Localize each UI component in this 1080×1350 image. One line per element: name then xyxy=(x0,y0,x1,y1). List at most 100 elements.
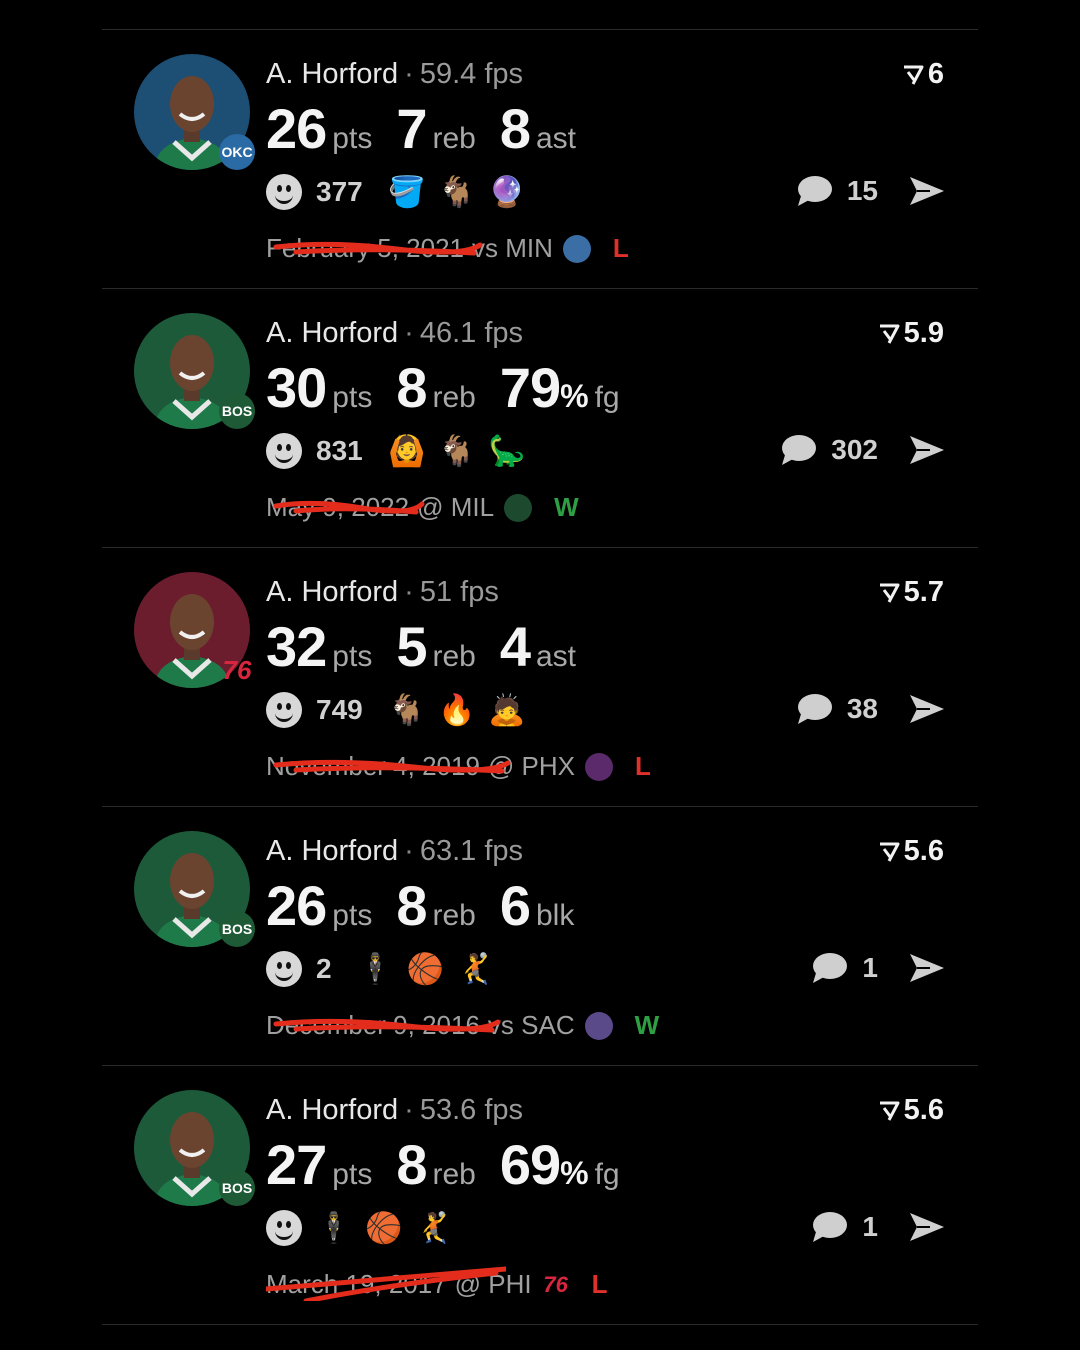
comment-count[interactable]: 1 xyxy=(862,952,878,984)
score-value: 5.6 xyxy=(903,1094,944,1126)
player-name[interactable]: A. Horford xyxy=(266,1094,398,1126)
stat-unit: ast xyxy=(536,122,577,155)
fps-rating-icon xyxy=(879,583,900,603)
fps-value: 51 fps xyxy=(419,576,499,608)
opponent-logo-icon xyxy=(504,493,533,522)
add-reaction-icon[interactable] xyxy=(266,1210,302,1246)
reaction-emoji[interactable]: 🪣 xyxy=(388,174,425,210)
comment-count[interactable]: 15 xyxy=(847,175,878,207)
game-info: March 19, 2017 @ PHI 76 L xyxy=(266,1266,608,1301)
comment-count[interactable]: 38 xyxy=(847,693,878,725)
team-badge: OKC xyxy=(219,134,255,170)
game-date: February 5, 2021 xyxy=(266,233,483,264)
fps-value: 59.4 fps xyxy=(419,58,524,90)
reaction-emoji[interactable]: 🏀 xyxy=(407,951,444,987)
game-card[interactable]: OKC A. Horford · 59.4 fps 6 26 pts 7 reb 8 ast … xyxy=(102,30,978,289)
stat-value: 32 xyxy=(266,615,327,678)
team-badge: BOS xyxy=(219,393,255,429)
add-reaction-icon[interactable] xyxy=(266,951,302,987)
stat-pts: 26 pts xyxy=(266,96,372,161)
stat-value: 8 xyxy=(396,1133,427,1196)
reaction-emoji[interactable]: 🏀 xyxy=(365,1210,402,1246)
stat-reb: 8 reb xyxy=(396,1132,476,1197)
game-date: March 19, 2017 xyxy=(266,1266,506,1301)
reaction-emoji[interactable]: 🔥 xyxy=(438,692,475,728)
opponent-logo-icon xyxy=(584,1011,613,1040)
reaction-emoji[interactable]: 🕴 xyxy=(357,951,394,987)
reaction-count: 749 xyxy=(316,694,363,725)
player-name[interactable]: A. Horford xyxy=(266,835,398,867)
comment-count[interactable]: 302 xyxy=(831,434,878,466)
stat-unit: pts xyxy=(332,640,373,673)
reaction-emoji[interactable]: 🙆 xyxy=(388,433,425,469)
reaction-emoji[interactable]: 🔮 xyxy=(488,174,525,210)
card-header: A. Horford · 46.1 fps xyxy=(266,317,524,349)
player-name[interactable]: A. Horford xyxy=(266,317,398,349)
player-name[interactable]: A. Horford xyxy=(266,58,398,90)
stat-line: 26 pts 7 reb 8 ast xyxy=(266,96,600,161)
card-actions: 38 xyxy=(795,692,946,726)
share-send-icon[interactable] xyxy=(908,951,946,985)
game-card[interactable]: BOS A. Horford · 46.1 fps 5.9 30 pts 8 reb 79%… xyxy=(102,289,978,548)
player-name[interactable]: A. Horford xyxy=(266,576,398,608)
percent-sign: % xyxy=(560,1155,589,1191)
game-feed: OKC A. Horford · 59.4 fps 6 26 pts 7 reb 8 ast … xyxy=(102,29,978,1325)
reaction-count: 377 xyxy=(316,176,363,207)
opponent[interactable]: vs MIN xyxy=(472,233,553,264)
team-badge: BOS xyxy=(219,1170,255,1206)
stat-value: 26 xyxy=(266,874,327,937)
add-reaction-icon[interactable] xyxy=(266,692,302,728)
fps-value: 63.1 fps xyxy=(419,835,524,867)
reaction-emoji[interactable]: 🤾 xyxy=(457,951,494,987)
reaction-emoji[interactable]: 🦕 xyxy=(488,433,525,469)
game-card[interactable]: BOS A. Horford · 53.6 fps 5.6 27 pts 8 reb 69%… xyxy=(102,1066,978,1325)
stat-value: 30 xyxy=(266,356,327,419)
stat-unit: reb xyxy=(432,381,476,414)
reaction-emoji[interactable]: 🤾 xyxy=(415,1210,452,1246)
card-actions: 302 xyxy=(779,433,946,467)
stat-unit: reb xyxy=(432,1158,476,1191)
share-send-icon[interactable] xyxy=(908,433,946,467)
opponent[interactable]: @ PHX xyxy=(488,751,575,782)
game-card[interactable]: BOS A. Horford · 63.1 fps 5.6 26 pts 8 reb 6 bl… xyxy=(102,807,978,1066)
game-info: May 9, 2022 @ MIL W xyxy=(266,492,579,523)
add-reaction-icon[interactable] xyxy=(266,433,302,469)
reaction-emoji[interactable]: 🐐 xyxy=(438,174,475,210)
card-actions: 1 xyxy=(810,1210,946,1244)
comment-icon[interactable] xyxy=(795,174,833,208)
fps-value: 46.1 fps xyxy=(419,317,524,349)
reactions-row: 2 🕴 🏀 🤾 xyxy=(266,951,494,987)
game-date: May 9, 2022 xyxy=(266,492,425,523)
stat-reb: 8 reb xyxy=(396,873,476,938)
share-send-icon[interactable] xyxy=(908,692,946,726)
stat-ast: 4 ast xyxy=(500,614,576,679)
reaction-emoji[interactable]: 🙇 xyxy=(488,692,525,728)
team-badge: BOS xyxy=(219,911,255,947)
stat-pts: 26 pts xyxy=(266,873,372,938)
comment-icon[interactable] xyxy=(795,692,833,726)
stat-unit: blk xyxy=(536,899,575,932)
comment-icon[interactable] xyxy=(810,1210,848,1244)
game-info: December 9, 2016 vs SAC W xyxy=(266,1010,659,1041)
reaction-count: 831 xyxy=(316,435,363,466)
reaction-emoji[interactable]: 🕴 xyxy=(315,1210,352,1246)
reaction-emoji[interactable]: 🐐 xyxy=(438,433,475,469)
comment-count[interactable]: 1 xyxy=(862,1211,878,1243)
share-send-icon[interactable] xyxy=(908,174,946,208)
stat-value: 5 xyxy=(396,615,427,678)
opponent[interactable]: vs SAC xyxy=(488,1010,575,1041)
game-card[interactable]: 76 A. Horford · 51 fps 5.7 32 pts 5 reb 4 ast 7… xyxy=(102,548,978,807)
fps-value: 53.6 fps xyxy=(419,1094,524,1126)
comment-icon[interactable] xyxy=(810,951,848,985)
add-reaction-icon[interactable] xyxy=(266,174,302,210)
opponent[interactable]: @ MIL xyxy=(417,492,494,523)
stat-unit: pts xyxy=(332,381,373,414)
game-result: L xyxy=(634,751,651,781)
share-send-icon[interactable] xyxy=(908,1210,946,1244)
fps-rating-icon xyxy=(879,842,900,862)
opponent[interactable]: @ PHI xyxy=(455,1269,532,1300)
reaction-emoji[interactable]: 🐐 xyxy=(388,692,425,728)
stat-line: 26 pts 8 reb 6 blk xyxy=(266,873,598,938)
fps-rating-icon xyxy=(879,324,900,344)
comment-icon[interactable] xyxy=(779,433,817,467)
